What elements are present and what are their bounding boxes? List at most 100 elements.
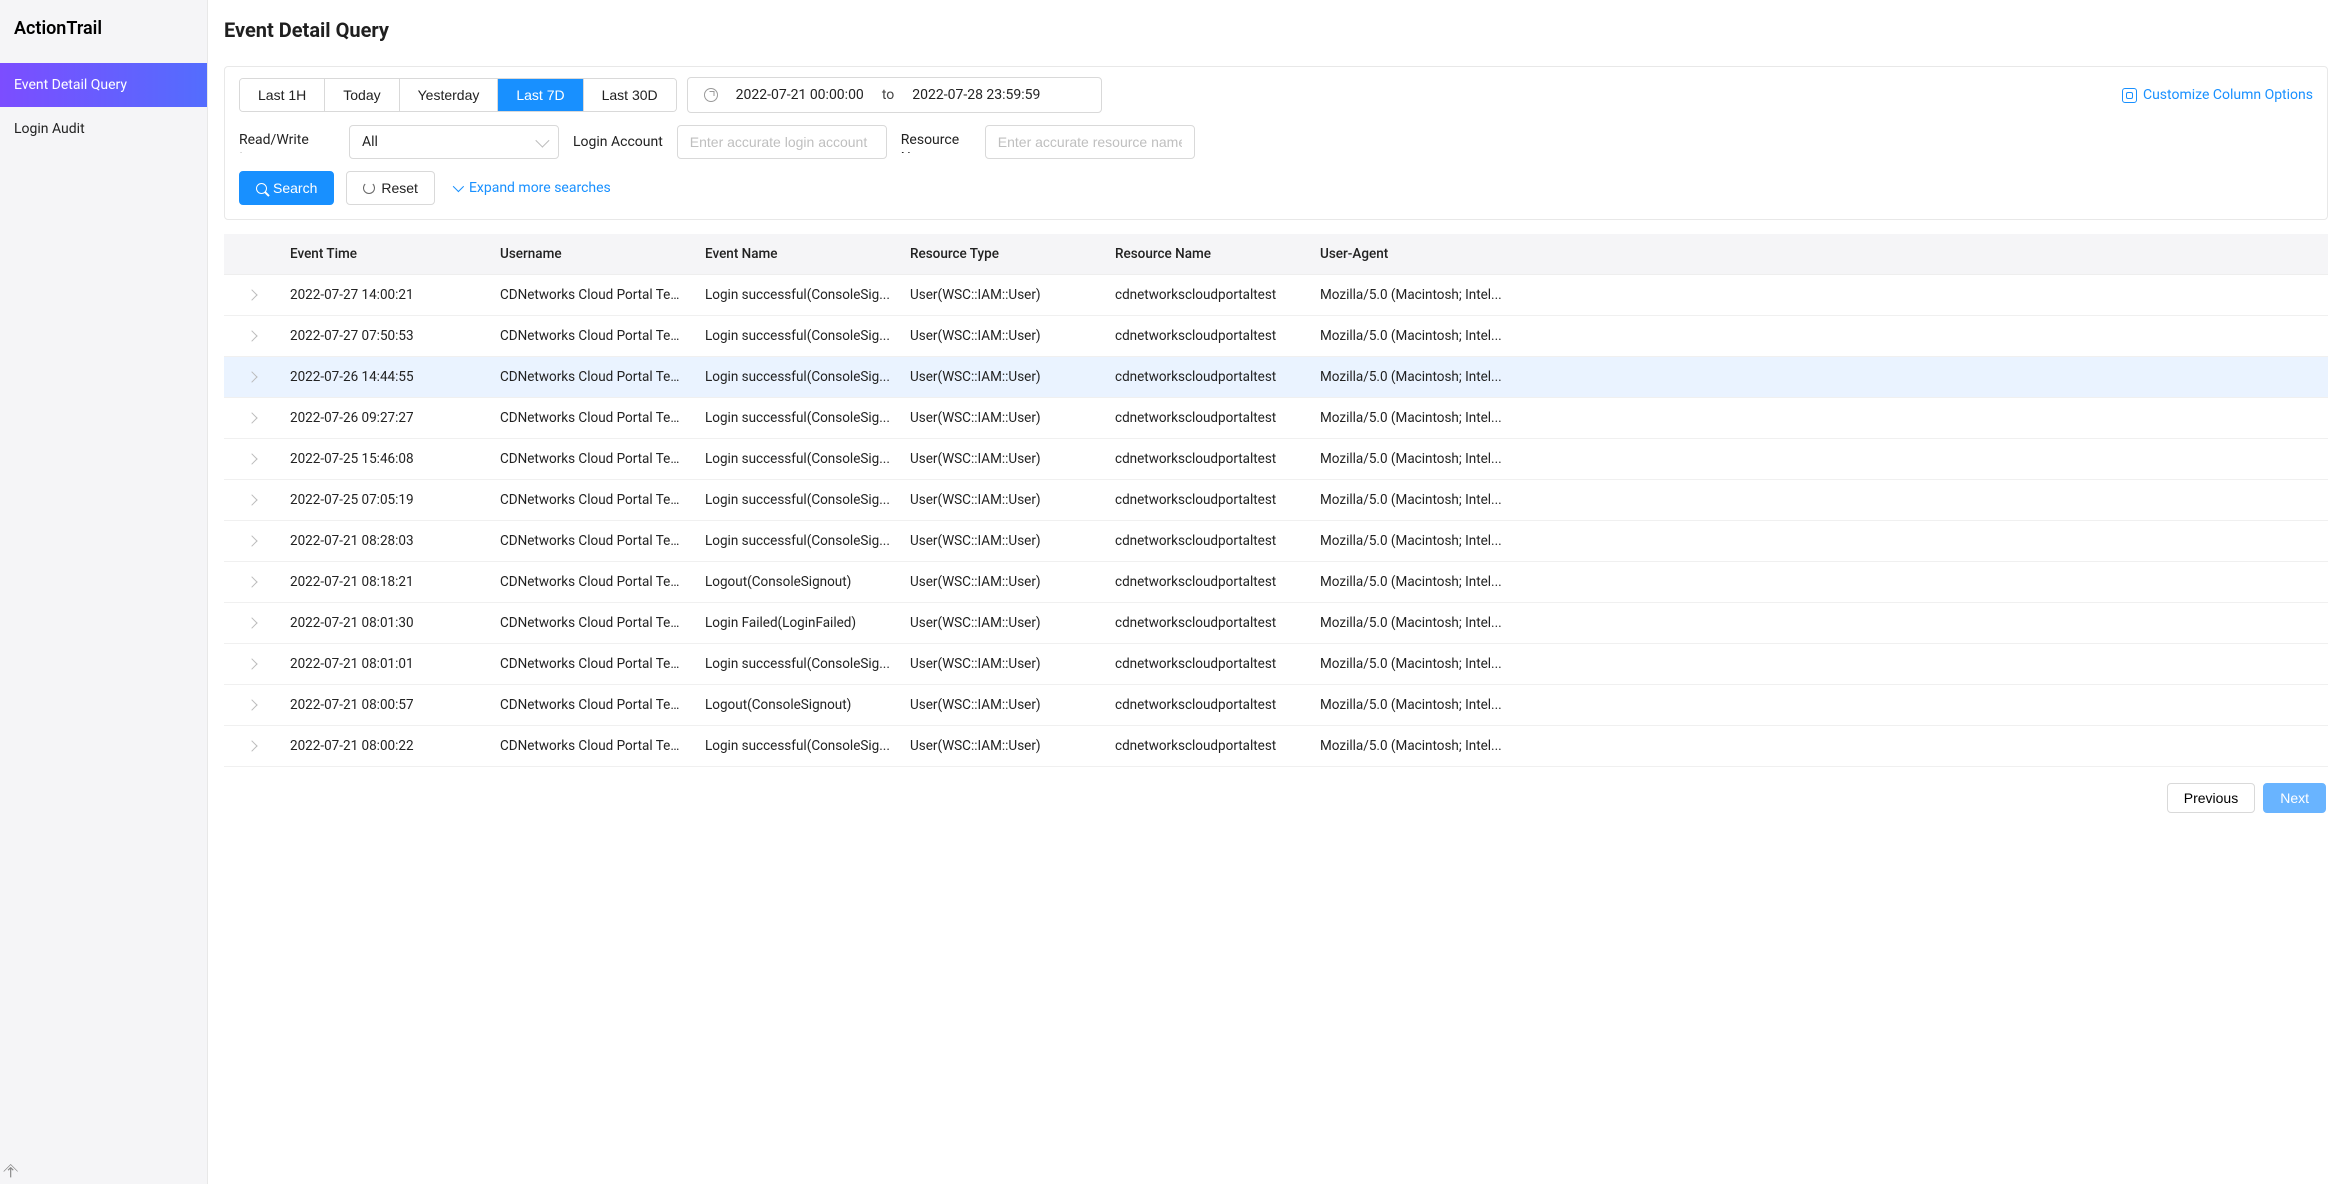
- chevron-right-icon[interactable]: [246, 699, 257, 710]
- cell-resource-type: User(WSC::IAM::User): [900, 685, 1105, 726]
- sidebar-item-event-detail-query[interactable]: Event Detail Query: [0, 63, 207, 107]
- range-today[interactable]: Today: [325, 79, 399, 111]
- table-row[interactable]: 2022-07-27 07:50:53CDNetworks Cloud Port…: [224, 316, 2328, 357]
- next-page-button[interactable]: Next: [2263, 783, 2326, 813]
- customize-columns-link[interactable]: Customize Column Options: [2122, 87, 2313, 103]
- chevron-right-icon[interactable]: [246, 453, 257, 464]
- cell-resource-type: User(WSC::IAM::User): [900, 357, 1105, 398]
- chevron-down-icon: [453, 181, 464, 192]
- cell-event-name: Logout(ConsoleSignout): [695, 685, 900, 726]
- prev-page-button[interactable]: Previous: [2167, 783, 2255, 813]
- row-expand-cell[interactable]: [224, 480, 280, 521]
- login-account-label: Login Account: [573, 133, 663, 151]
- table-row[interactable]: 2022-07-25 15:46:08CDNetworks Cloud Port…: [224, 439, 2328, 480]
- chevron-right-icon[interactable]: [246, 658, 257, 669]
- cell-resource-name: cdnetworkscloudportaltest: [1105, 439, 1310, 480]
- chevron-right-icon[interactable]: [246, 289, 257, 300]
- cell-user-agent: Mozilla/5.0 (Macintosh; Intel...: [1310, 275, 2328, 316]
- cell-user-agent: Mozilla/5.0 (Macintosh; Intel...: [1310, 603, 2328, 644]
- range-last-7d[interactable]: Last 7D: [498, 79, 583, 111]
- row-expand-cell[interactable]: [224, 562, 280, 603]
- chevron-right-icon[interactable]: [246, 330, 257, 341]
- results-table: Event Time Username Event Name Resource …: [224, 234, 2328, 767]
- cell-event-name: Login successful(ConsoleSig...: [695, 398, 900, 439]
- resource-name-input[interactable]: [985, 125, 1195, 159]
- cell-resource-type: User(WSC::IAM::User): [900, 275, 1105, 316]
- login-account-input[interactable]: [677, 125, 887, 159]
- cell-username: CDNetworks Cloud Portal Tes...: [490, 480, 695, 521]
- cell-user-agent: Mozilla/5.0 (Macintosh; Intel...: [1310, 398, 2328, 439]
- results-table-panel: Event Time Username Event Name Resource …: [224, 234, 2328, 813]
- row-expand-cell[interactable]: [224, 316, 280, 357]
- range-yesterday[interactable]: Yesterday: [400, 79, 499, 111]
- date-range-picker[interactable]: 2022-07-21 00:00:00 to 2022-07-28 23:59:…: [687, 77, 1102, 113]
- table-row[interactable]: 2022-07-26 09:27:27CDNetworks Cloud Port…: [224, 398, 2328, 439]
- sidebar-item-label: Event Detail Query: [14, 77, 127, 93]
- chevron-right-icon[interactable]: [246, 740, 257, 751]
- row-expand-cell[interactable]: [224, 275, 280, 316]
- table-row[interactable]: 2022-07-27 14:00:21CDNetworks Cloud Port…: [224, 275, 2328, 316]
- row-expand-cell[interactable]: [224, 726, 280, 767]
- table-row[interactable]: 2022-07-21 08:00:22CDNetworks Cloud Port…: [224, 726, 2328, 767]
- date-to: 2022-07-28 23:59:59: [912, 87, 1040, 103]
- cell-event-time: 2022-07-21 08:01:01: [280, 644, 490, 685]
- cell-username: CDNetworks Cloud Portal Tes...: [490, 439, 695, 480]
- date-from: 2022-07-21 00:00:00: [736, 87, 864, 103]
- col-username[interactable]: Username: [490, 234, 695, 275]
- cell-event-time: 2022-07-21 08:18:21: [280, 562, 490, 603]
- col-resource-name[interactable]: Resource Name: [1105, 234, 1310, 275]
- table-row[interactable]: 2022-07-21 08:01:30CDNetworks Cloud Port…: [224, 603, 2328, 644]
- cell-resource-type: User(WSC::IAM::User): [900, 398, 1105, 439]
- cell-user-agent: Mozilla/5.0 (Macintosh; Intel...: [1310, 357, 2328, 398]
- row-expand-cell[interactable]: [224, 603, 280, 644]
- time-range-group: Last 1H Today Yesterday Last 7D Last 30D: [239, 78, 677, 112]
- cell-username: CDNetworks Cloud Portal Tes...: [490, 521, 695, 562]
- table-row[interactable]: 2022-07-21 08:01:01CDNetworks Cloud Port…: [224, 644, 2328, 685]
- cell-resource-name: cdnetworkscloudportaltest: [1105, 562, 1310, 603]
- reset-button[interactable]: Reset: [346, 171, 435, 205]
- chevron-right-icon[interactable]: [246, 412, 257, 423]
- chevron-right-icon[interactable]: [246, 371, 257, 382]
- range-last-30d[interactable]: Last 30D: [584, 79, 676, 111]
- expand-more-searches-link[interactable]: Expand more searches: [453, 180, 611, 196]
- table-row[interactable]: 2022-07-26 14:44:55CDNetworks Cloud Port…: [224, 357, 2328, 398]
- table-row[interactable]: 2022-07-21 08:18:21CDNetworks Cloud Port…: [224, 562, 2328, 603]
- search-icon: [256, 183, 267, 194]
- rw-type-select[interactable]: All: [349, 125, 559, 159]
- cell-resource-name: cdnetworkscloudportaltest: [1105, 357, 1310, 398]
- cell-event-time: 2022-07-21 08:01:30: [280, 603, 490, 644]
- col-user-agent[interactable]: User-Agent: [1310, 234, 2328, 275]
- col-expand: [224, 234, 280, 275]
- table-row[interactable]: 2022-07-21 08:28:03CDNetworks Cloud Port…: [224, 521, 2328, 562]
- table-row[interactable]: 2022-07-25 07:05:19CDNetworks Cloud Port…: [224, 480, 2328, 521]
- search-button[interactable]: Search: [239, 171, 334, 205]
- row-expand-cell[interactable]: [224, 357, 280, 398]
- filter-panel: Last 1H Today Yesterday Last 7D Last 30D…: [224, 66, 2328, 220]
- chevron-down-icon: [535, 134, 549, 148]
- col-event-name[interactable]: Event Name: [695, 234, 900, 275]
- cell-username: CDNetworks Cloud Portal Tes...: [490, 562, 695, 603]
- row-expand-cell[interactable]: [224, 685, 280, 726]
- customize-columns-label: Customize Column Options: [2143, 87, 2313, 103]
- col-event-time[interactable]: Event Time: [280, 234, 490, 275]
- col-resource-type[interactable]: Resource Type: [900, 234, 1105, 275]
- range-last-1h[interactable]: Last 1H: [240, 79, 325, 111]
- clock-icon: [704, 88, 718, 102]
- cell-resource-type: User(WSC::IAM::User): [900, 726, 1105, 767]
- cell-event-time: 2022-07-26 09:27:27: [280, 398, 490, 439]
- chevron-right-icon[interactable]: [246, 494, 257, 505]
- row-expand-cell[interactable]: [224, 398, 280, 439]
- chevron-right-icon[interactable]: [246, 576, 257, 587]
- reset-button-label: Reset: [381, 180, 418, 196]
- chevron-right-icon[interactable]: [246, 535, 257, 546]
- row-expand-cell[interactable]: [224, 439, 280, 480]
- sidebar-item-login-audit[interactable]: Login Audit: [0, 107, 207, 151]
- cell-username: CDNetworks Cloud Portal Tes...: [490, 644, 695, 685]
- sidebar-collapse-icon[interactable]: ⇱: [0, 1162, 20, 1182]
- resource-name-label: Resource Name: [901, 131, 971, 153]
- chevron-right-icon[interactable]: [246, 617, 257, 628]
- row-expand-cell[interactable]: [224, 644, 280, 685]
- cell-user-agent: Mozilla/5.0 (Macintosh; Intel...: [1310, 480, 2328, 521]
- table-row[interactable]: 2022-07-21 08:00:57CDNetworks Cloud Port…: [224, 685, 2328, 726]
- row-expand-cell[interactable]: [224, 521, 280, 562]
